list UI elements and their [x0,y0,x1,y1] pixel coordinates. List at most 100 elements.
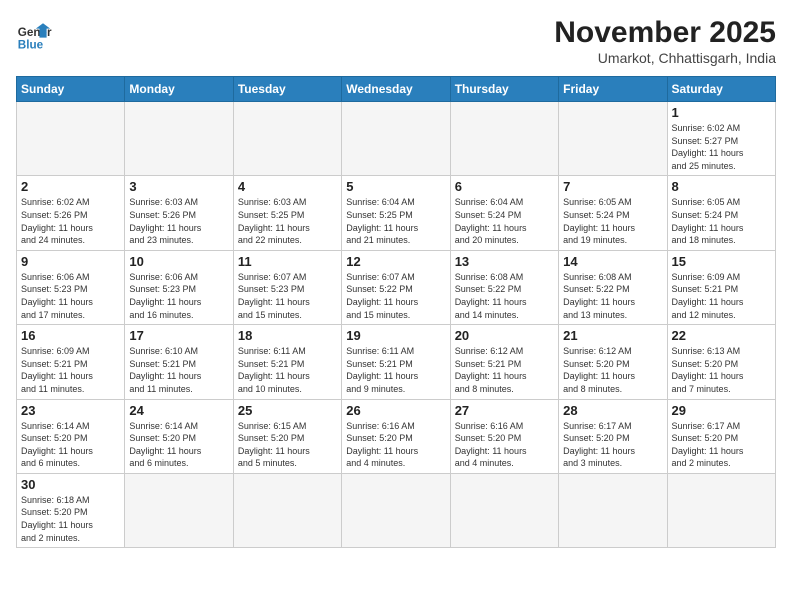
calendar-cell [233,102,341,176]
calendar-cell: 22Sunrise: 6:13 AM Sunset: 5:20 PM Dayli… [667,325,775,399]
calendar-cell: 13 Sunrise: 6:08 AM Sunset: 5:22 PM Dayli… [450,250,558,324]
day-info: Sunrise: 6:16 AM Sunset: 5:20 PM Dayligh… [455,420,554,470]
calendar-cell: 15 Sunrise: 6:09 AM Sunset: 5:21 PM Dayli… [667,250,775,324]
day-info: Sunrise: 6:02 AM Sunset: 5:27 PM Dayligh… [672,122,771,172]
day-info: Sunrise: 6:11 AM Sunset: 5:21 PM Dayligh… [238,345,337,395]
day-number: 12 [346,254,445,269]
calendar-cell: 2 Sunrise: 6:02 AM Sunset: 5:26 PM Daylig… [17,176,125,250]
day-number: 4 [238,179,337,194]
calendar-cell [450,102,558,176]
week-row-5: 23Sunrise: 6:14 AM Sunset: 5:20 PM Dayli… [17,399,776,473]
day-number: 29 [672,403,771,418]
day-info: Sunrise: 6:09 AM Sunset: 5:21 PM Dayligh… [21,345,120,395]
calendar-cell [233,473,341,547]
day-number: 17 [129,328,228,343]
day-number: 16 [21,328,120,343]
calendar-cell: 1 Sunrise: 6:02 AM Sunset: 5:27 PM Daylig… [667,102,775,176]
calendar-cell [559,102,667,176]
day-number: 25 [238,403,337,418]
day-info: Sunrise: 6:07 AM Sunset: 5:22 PM Dayligh… [346,271,445,321]
calendar-cell: 30Sunrise: 6:18 AM Sunset: 5:20 PM Dayli… [17,473,125,547]
day-info: Sunrise: 6:08 AM Sunset: 5:22 PM Dayligh… [455,271,554,321]
weekday-header-row: SundayMondayTuesdayWednesdayThursdayFrid… [17,77,776,102]
weekday-header-saturday: Saturday [667,77,775,102]
weekday-header-sunday: Sunday [17,77,125,102]
weekday-header-monday: Monday [125,77,233,102]
day-info: Sunrise: 6:05 AM Sunset: 5:24 PM Dayligh… [563,196,662,246]
logo-icon: General Blue [16,16,52,52]
calendar-cell: 20 Sunrise: 6:12 AM Sunset: 5:21 PM Dayli… [450,325,558,399]
day-info: Sunrise: 6:04 AM Sunset: 5:25 PM Dayligh… [346,196,445,246]
day-number: 24 [129,403,228,418]
calendar-cell: 28 Sunrise: 6:17 AM Sunset: 5:20 PM Dayli… [559,399,667,473]
calendar-cell: 24 Sunrise: 6:14 AM Sunset: 5:20 PM Dayli… [125,399,233,473]
day-number: 8 [672,179,771,194]
calendar-cell: 7Sunrise: 6:05 AM Sunset: 5:24 PM Daylig… [559,176,667,250]
week-row-2: 2 Sunrise: 6:02 AM Sunset: 5:26 PM Daylig… [17,176,776,250]
day-info: Sunrise: 6:12 AM Sunset: 5:21 PM Dayligh… [455,345,554,395]
calendar-cell: 23Sunrise: 6:14 AM Sunset: 5:20 PM Dayli… [17,399,125,473]
calendar-cell: 17Sunrise: 6:10 AM Sunset: 5:21 PM Dayli… [125,325,233,399]
calendar-cell: 25 Sunrise: 6:15 AM Sunset: 5:20 PM Dayli… [233,399,341,473]
day-info: Sunrise: 6:05 AM Sunset: 5:24 PM Dayligh… [672,196,771,246]
day-number: 6 [455,179,554,194]
calendar-cell: 5Sunrise: 6:04 AM Sunset: 5:25 PM Daylig… [342,176,450,250]
day-info: Sunrise: 6:14 AM Sunset: 5:20 PM Dayligh… [21,420,120,470]
day-number: 28 [563,403,662,418]
week-row-4: 16 Sunrise: 6:09 AM Sunset: 5:21 PM Dayli… [17,325,776,399]
day-number: 20 [455,328,554,343]
calendar-cell [667,473,775,547]
day-number: 22 [672,328,771,343]
calendar-cell: 12 Sunrise: 6:07 AM Sunset: 5:22 PM Dayli… [342,250,450,324]
day-info: Sunrise: 6:18 AM Sunset: 5:20 PM Dayligh… [21,494,120,544]
day-info: Sunrise: 6:02 AM Sunset: 5:26 PM Dayligh… [21,196,120,246]
calendar-cell: 3 Sunrise: 6:03 AM Sunset: 5:26 PM Daylig… [125,176,233,250]
calendar-cell [450,473,558,547]
day-number: 2 [21,179,120,194]
day-number: 19 [346,328,445,343]
day-number: 15 [672,254,771,269]
day-info: Sunrise: 6:03 AM Sunset: 5:26 PM Dayligh… [129,196,228,246]
day-number: 1 [672,105,771,120]
calendar-cell: 9 Sunrise: 6:06 AM Sunset: 5:23 PM Daylig… [17,250,125,324]
calendar-cell: 21Sunrise: 6:12 AM Sunset: 5:20 PM Dayli… [559,325,667,399]
day-info: Sunrise: 6:06 AM Sunset: 5:23 PM Dayligh… [129,271,228,321]
day-info: Sunrise: 6:14 AM Sunset: 5:20 PM Dayligh… [129,420,228,470]
day-info: Sunrise: 6:09 AM Sunset: 5:21 PM Dayligh… [672,271,771,321]
calendar-cell: 4Sunrise: 6:03 AM Sunset: 5:25 PM Daylig… [233,176,341,250]
day-number: 11 [238,254,337,269]
day-info: Sunrise: 6:17 AM Sunset: 5:20 PM Dayligh… [672,420,771,470]
weekday-header-tuesday: Tuesday [233,77,341,102]
title-block: November 2025 Umarkot, Chhattisgarh, Ind… [554,16,776,66]
day-info: Sunrise: 6:11 AM Sunset: 5:21 PM Dayligh… [346,345,445,395]
day-info: Sunrise: 6:15 AM Sunset: 5:20 PM Dayligh… [238,420,337,470]
day-info: Sunrise: 6:06 AM Sunset: 5:23 PM Dayligh… [21,271,120,321]
day-info: Sunrise: 6:17 AM Sunset: 5:20 PM Dayligh… [563,420,662,470]
month-year-title: November 2025 [554,16,776,50]
week-row-3: 9 Sunrise: 6:06 AM Sunset: 5:23 PM Daylig… [17,250,776,324]
calendar-cell: 26Sunrise: 6:16 AM Sunset: 5:20 PM Dayli… [342,399,450,473]
day-number: 9 [21,254,120,269]
calendar-cell: 8 Sunrise: 6:05 AM Sunset: 5:24 PM Daylig… [667,176,775,250]
weekday-header-wednesday: Wednesday [342,77,450,102]
calendar-cell [559,473,667,547]
day-number: 21 [563,328,662,343]
svg-text:Blue: Blue [18,38,44,51]
calendar-cell: 10 Sunrise: 6:06 AM Sunset: 5:23 PM Dayli… [125,250,233,324]
calendar-table: SundayMondayTuesdayWednesdayThursdayFrid… [16,76,776,548]
calendar-cell: 11 Sunrise: 6:07 AM Sunset: 5:23 PM Dayli… [233,250,341,324]
calendar-cell: 16 Sunrise: 6:09 AM Sunset: 5:21 PM Dayli… [17,325,125,399]
day-number: 13 [455,254,554,269]
day-number: 3 [129,179,228,194]
day-info: Sunrise: 6:16 AM Sunset: 5:20 PM Dayligh… [346,420,445,470]
day-info: Sunrise: 6:08 AM Sunset: 5:22 PM Dayligh… [563,271,662,321]
day-number: 10 [129,254,228,269]
calendar-cell: 18Sunrise: 6:11 AM Sunset: 5:21 PM Dayli… [233,325,341,399]
day-info: Sunrise: 6:07 AM Sunset: 5:23 PM Dayligh… [238,271,337,321]
calendar-cell: 19 Sunrise: 6:11 AM Sunset: 5:21 PM Dayli… [342,325,450,399]
day-number: 27 [455,403,554,418]
calendar-cell: 14Sunrise: 6:08 AM Sunset: 5:22 PM Dayli… [559,250,667,324]
calendar-cell: 29 Sunrise: 6:17 AM Sunset: 5:20 PM Dayli… [667,399,775,473]
logo: General Blue [16,16,52,52]
weekday-header-friday: Friday [559,77,667,102]
